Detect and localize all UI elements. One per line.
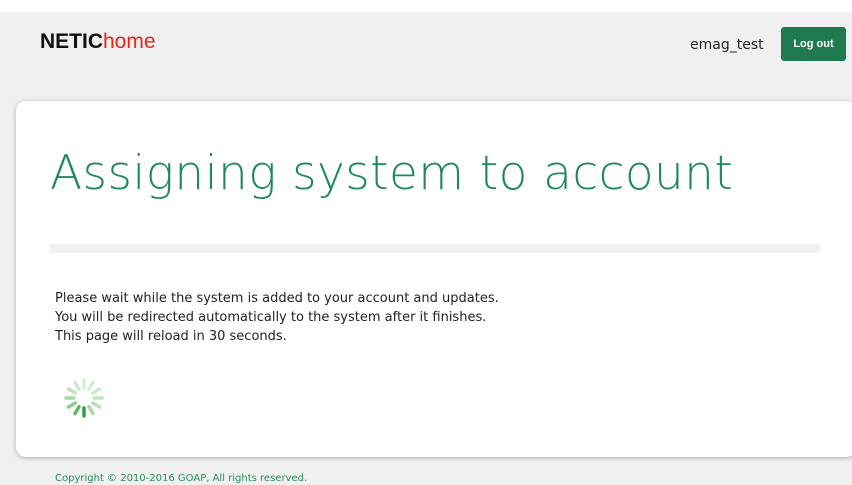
logo[interactable]: NETIChome [40, 30, 156, 54]
footer-copyright: Copyright © 2010-2016 GOAP, All rights r… [55, 473, 308, 484]
message-line-3: This page will reload in 30 seconds. [55, 329, 287, 344]
status-message: Please wait while the system is added to… [55, 289, 499, 346]
loading-spinner-icon [62, 376, 106, 420]
logo-text-home: home [103, 30, 156, 53]
title-divider [50, 244, 820, 253]
logo-text-netic: NETIC [40, 30, 103, 53]
username-label: emag_test [690, 37, 764, 53]
message-line-1: Please wait while the system is added to… [55, 291, 499, 306]
content-card: Assigning system to account Please wait … [16, 101, 852, 457]
message-line-2: You will be redirected automatically to … [55, 310, 487, 325]
page-title: Assigning system to account [50, 146, 734, 201]
spinner-svg [64, 378, 104, 418]
logout-button[interactable]: Log out [781, 27, 846, 61]
